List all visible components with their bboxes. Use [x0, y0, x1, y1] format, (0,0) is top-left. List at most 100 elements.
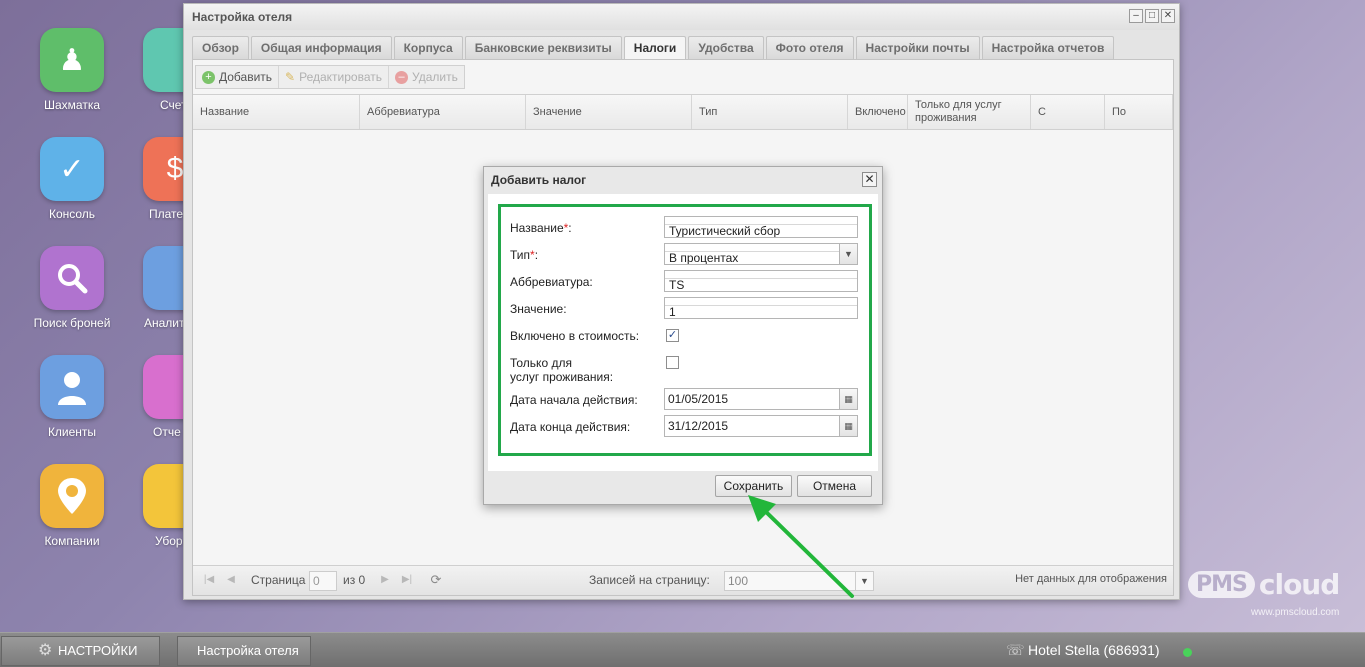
- name-input[interactable]: Туристический сбор: [664, 216, 858, 238]
- end-date-input[interactable]: 31/12/2015 ▦: [664, 415, 858, 437]
- logo-url: www.pmscloud.com: [1250, 607, 1340, 618]
- logo-mark: PMS: [1188, 571, 1255, 598]
- desktop-icon-console[interactable]: ✓ Консоль: [17, 137, 127, 221]
- type-label-text: Тип: [510, 248, 531, 262]
- tab-buildings[interactable]: Корпуса: [393, 36, 463, 59]
- check-icon: ✓: [40, 137, 104, 201]
- plus-icon: +: [202, 70, 215, 84]
- edit-button-label: Редактировать: [299, 70, 383, 84]
- column-header-only-accommodation[interactable]: Только для услуг проживания: [908, 95, 1031, 129]
- value-field-label: Значение:: [510, 302, 567, 316]
- tab-report-settings[interactable]: Настройка отчетов: [981, 36, 1115, 59]
- page-count-label: из 0: [343, 573, 366, 587]
- required-mark: *: [530, 248, 535, 262]
- per-page-label: Записей на страницу:: [589, 573, 710, 587]
- person-icon: [40, 355, 104, 419]
- tab-overview[interactable]: Обзор: [192, 36, 249, 59]
- page-label: Страница: [251, 573, 306, 587]
- value-input-value: 1: [669, 305, 676, 319]
- page-number-input[interactable]: 0: [309, 571, 337, 591]
- desktop-icon-clients[interactable]: Клиенты: [17, 355, 127, 439]
- only-accommodation-label-line2: услуг проживания:: [510, 370, 614, 384]
- name-label-text: Название: [510, 221, 564, 235]
- close-icon[interactable]: ✕: [862, 172, 877, 187]
- hotel-name: Hotel Stella (686931): [1028, 642, 1160, 658]
- tab-general-info[interactable]: Общая информация: [250, 36, 392, 59]
- column-header-from[interactable]: С: [1031, 95, 1105, 129]
- type-select-value: В процентах: [669, 251, 739, 265]
- maximize-icon[interactable]: □: [1145, 9, 1159, 23]
- last-page-icon[interactable]: ▶|: [399, 572, 415, 588]
- minus-icon: –: [395, 70, 409, 84]
- pmscloud-logo: PMS cloud www.pmscloud.com: [1188, 568, 1340, 618]
- name-input-value: Туристический сбор: [669, 224, 781, 238]
- tab-hotel-photos[interactable]: Фото отеля: [765, 36, 854, 59]
- empty-grid-message: Нет данных для отображения: [1015, 573, 1167, 585]
- tab-amenities[interactable]: Удобства: [688, 36, 764, 59]
- desktop-icon-label: Шахматка: [43, 98, 100, 112]
- refresh-icon[interactable]: ⟳: [428, 572, 444, 588]
- tab-taxes[interactable]: Налоги: [623, 36, 687, 59]
- value-input[interactable]: 1: [664, 297, 858, 319]
- edit-button[interactable]: ✎ Редактировать: [279, 66, 390, 88]
- column-header-to[interactable]: По: [1105, 95, 1173, 129]
- column-header-abbreviation[interactable]: Аббревиатура: [360, 95, 526, 129]
- pager-bar: |◀ ◀ Страница 0 из 0 ▶ ▶| ⟳ Записей на с…: [193, 565, 1173, 595]
- desktop-icon-label: Компании: [44, 534, 100, 548]
- tab-mail-settings[interactable]: Настройки почты: [855, 36, 980, 59]
- next-page-icon[interactable]: ▶: [377, 572, 393, 588]
- abbreviation-input-value: TS: [669, 278, 685, 292]
- included-field-label: Включено в стоимость:: [510, 329, 640, 343]
- included-checkbox[interactable]: ✓: [666, 329, 679, 342]
- end-date-field-label: Дата конца действия:: [510, 420, 631, 434]
- settings-button[interactable]: ⚙ НАСТРОЙКИ: [1, 636, 160, 666]
- tab-bar: Обзор Общая информация Корпуса Банковски…: [192, 36, 1116, 59]
- close-icon[interactable]: ✕: [1161, 9, 1175, 23]
- dialog-body: Название*: Туристический сбор Тип*: В пр…: [488, 194, 878, 471]
- chevron-down-icon[interactable]: ▼: [839, 244, 857, 264]
- start-date-input[interactable]: 01/05/2015 ▦: [664, 388, 858, 410]
- map-pin-icon: [40, 464, 104, 528]
- dialog-title: Добавить налог: [491, 173, 587, 187]
- only-accommodation-checkbox[interactable]: [666, 356, 679, 369]
- window-title: Настройка отеля: [184, 4, 1179, 30]
- start-date-field-label: Дата начала действия:: [510, 393, 638, 407]
- delete-button[interactable]: – Удалить: [389, 66, 464, 88]
- taskbar: ⚙ НАСТРОЙКИ Настройка отеля ☏ Hotel Stel…: [0, 632, 1365, 667]
- online-status-indicator: [1183, 648, 1192, 657]
- start-date-value: 01/05/2015: [668, 392, 729, 406]
- desktop-icon-companies[interactable]: Компании: [17, 464, 127, 548]
- type-field-label: Тип*:: [510, 248, 539, 262]
- tab-bank-details[interactable]: Банковские реквизиты: [464, 36, 622, 59]
- delete-button-label: Удалить: [412, 70, 458, 84]
- minimize-icon[interactable]: –: [1129, 9, 1143, 23]
- desktop-icon-label: Поиск броней: [33, 316, 111, 330]
- pencil-icon: ✎: [285, 70, 296, 84]
- only-accommodation-label-line1: Только для: [510, 356, 572, 370]
- calendar-icon[interactable]: ▦: [839, 389, 857, 409]
- first-page-icon[interactable]: |◀: [201, 572, 217, 588]
- grid-header: Название Аббревиатура Значение Тип Включ…: [193, 94, 1173, 130]
- settings-button-label: НАСТРОЙКИ: [58, 643, 138, 658]
- logo-word: cloud: [1258, 568, 1340, 601]
- prev-page-icon[interactable]: ◀: [223, 572, 239, 588]
- column-header-value[interactable]: Значение: [526, 95, 692, 129]
- column-header-type[interactable]: Тип: [692, 95, 848, 129]
- end-date-value: 31/12/2015: [668, 419, 729, 433]
- only-accommodation-field-label: Только для услуг проживания:: [510, 356, 613, 384]
- gear-icon: ⚙: [38, 642, 53, 659]
- column-header-name[interactable]: Название: [193, 95, 360, 129]
- taskbar-window-hotel-settings[interactable]: Настройка отеля: [177, 636, 311, 666]
- desktop-icon-chessboard[interactable]: ♟ Шахматка: [17, 28, 127, 112]
- phone-icon: ☏: [1006, 642, 1025, 659]
- add-tax-dialog: Добавить налог ✕ Название*: Туристически…: [483, 166, 883, 505]
- column-header-included[interactable]: Включено в: [848, 95, 908, 129]
- add-button[interactable]: + Добавить: [196, 66, 280, 88]
- name-field-label: Название*:: [510, 221, 572, 235]
- desktop-icon-booking-search[interactable]: Поиск броней: [17, 246, 127, 330]
- calendar-icon[interactable]: ▦: [839, 416, 857, 436]
- annotation-arrow: [748, 495, 854, 598]
- tax-form: Название*: Туристический сбор Тип*: В пр…: [498, 204, 872, 456]
- abbreviation-input[interactable]: TS: [664, 270, 858, 292]
- type-select[interactable]: В процентах ▼: [664, 243, 858, 265]
